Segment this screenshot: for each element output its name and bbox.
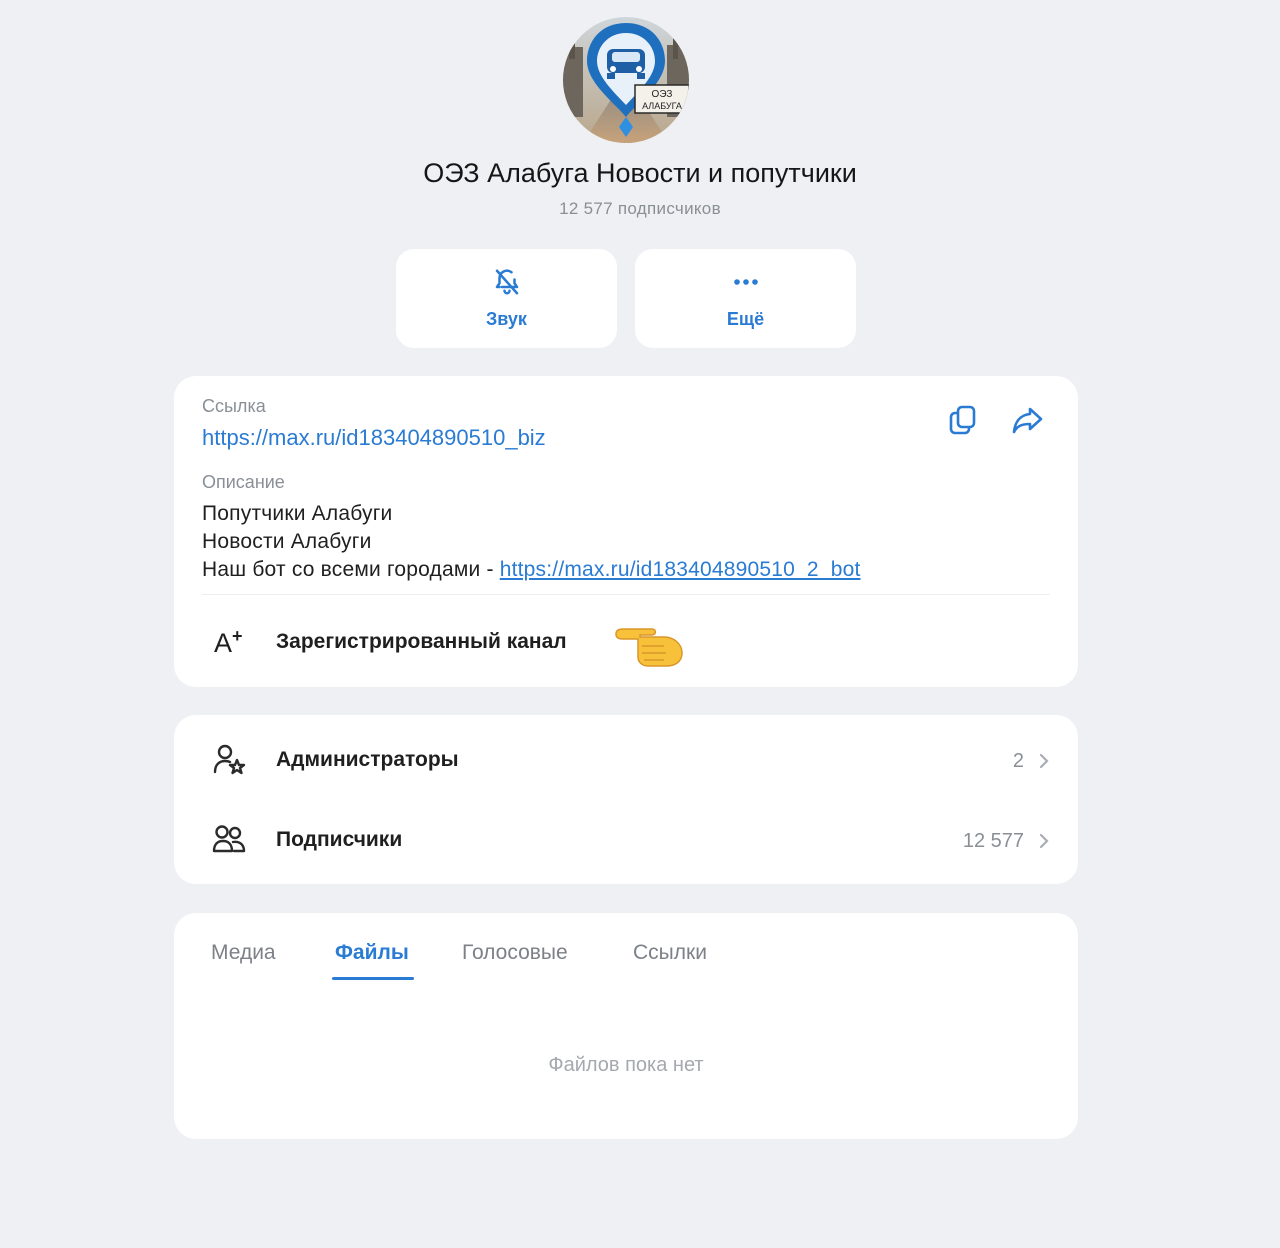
administrators-row[interactable]: Администраторы 2: [174, 725, 1078, 795]
avatar-sign-line2: АЛАБУГА: [642, 101, 682, 111]
channel-link[interactable]: https://max.ru/id183404890510_biz: [202, 425, 546, 451]
active-tab-indicator: [332, 977, 414, 980]
description-line-1: Попутчики Алабуги: [202, 502, 393, 525]
registered-channel-label: Зарегистрированный канал: [276, 630, 567, 653]
shared-content-card: Медиа Файлы Голосовые Ссылки Файлов пока…: [174, 913, 1078, 1139]
info-divider: [202, 594, 1050, 595]
svg-text:+: +: [232, 626, 243, 646]
registered-badge-icon: A +: [212, 626, 248, 661]
bot-link[interactable]: https://max.ru/id183404890510_2_bot: [500, 558, 861, 581]
avatar-sign-line1: ОЭЗ: [652, 89, 673, 100]
description-line-3-prefix: Наш бот со всеми городами -: [202, 558, 500, 581]
more-button-label: Ещё: [726, 309, 765, 329]
pointing-hand-icon: [612, 620, 688, 673]
subscribers-count: 12 577 подписчиков: [559, 199, 721, 218]
tab-files[interactable]: Файлы: [335, 941, 409, 965]
share-arrow-icon: [1012, 407, 1043, 434]
copy-icon: [949, 405, 976, 435]
channel-avatar: ОЭЗ АЛАБУГА: [563, 17, 689, 143]
tab-voice[interactable]: Голосовые: [462, 941, 568, 965]
share-link-button[interactable]: [1010, 402, 1046, 438]
copy-link-button[interactable]: [946, 402, 982, 438]
subscribers-row[interactable]: Подписчики 12 577: [174, 805, 1078, 875]
chevron-right-icon: [1038, 752, 1050, 775]
more-dots-icon: [635, 267, 856, 302]
tab-media[interactable]: Медиа: [211, 941, 276, 965]
administrators-count: 2: [1012, 750, 1024, 772]
bell-off-icon: [396, 267, 617, 302]
link-label: Ссылка: [202, 396, 266, 416]
description-line-2: Новости Алабуги: [202, 530, 372, 553]
users-icon: [212, 823, 246, 862]
channel-info-card: Ссылка https://max.ru/id183404890510_biz…: [174, 376, 1078, 687]
more-button[interactable]: Ещё: [635, 249, 856, 348]
chevron-right-icon: [1038, 832, 1050, 855]
administrators-label: Администраторы: [276, 748, 459, 771]
channel-avatar-image: ОЭЗ АЛАБУГА: [563, 17, 689, 143]
admin-star-icon: [212, 743, 246, 782]
description-line-3: Наш бот со всеми городами - https://max.…: [202, 558, 861, 582]
subscribers-row-count: 12 577: [962, 830, 1024, 852]
members-card: Администраторы 2 Подписчики 12 577: [174, 715, 1078, 884]
sound-button-label: Звук: [486, 309, 527, 329]
description-label: Описание: [202, 472, 285, 492]
channel-title: ОЭЗ Алабуга Новости и попутчики: [423, 158, 857, 188]
empty-files-message: Файлов пока нет: [548, 1054, 704, 1076]
tab-links[interactable]: Ссылки: [633, 941, 707, 965]
subscribers-label: Подписчики: [276, 828, 403, 851]
svg-text:A: A: [214, 628, 232, 656]
sound-button[interactable]: Звук: [396, 249, 617, 348]
